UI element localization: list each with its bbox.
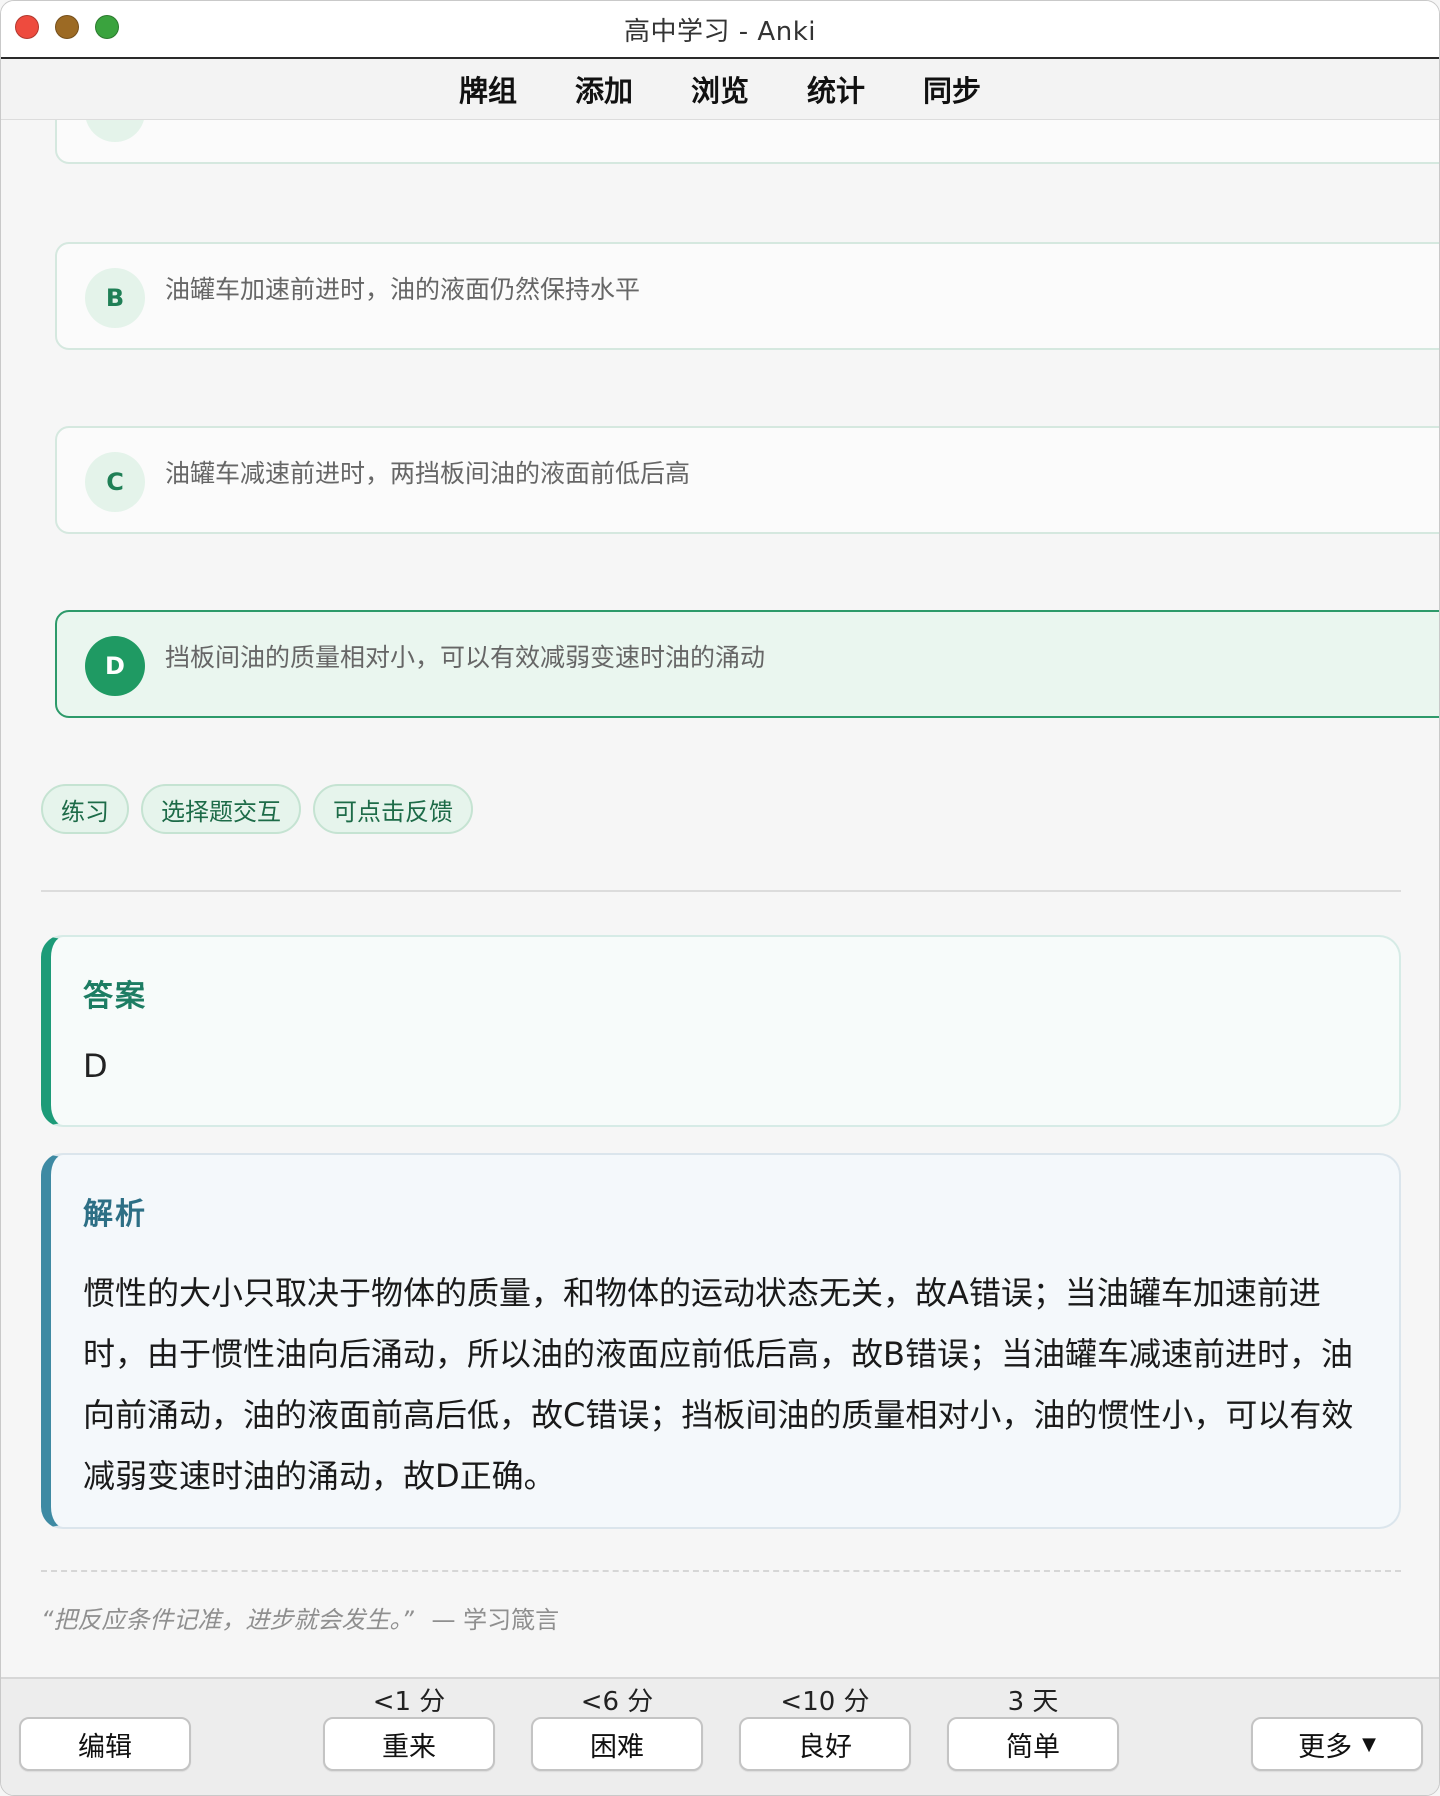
tag-list: 练习 选择题交互 可点击反馈: [41, 784, 473, 834]
caret-down-icon: ▼: [1362, 1733, 1376, 1755]
quote-divider: [41, 1570, 1401, 1572]
analysis-title: 解析: [83, 1197, 147, 1232]
study-quote: “把反应条件记准，进步就会发生。” — 学习箴言: [41, 1600, 559, 1635]
option-c[interactable]: C 油罐车减速前进时，两挡板间油的液面前低后高: [55, 426, 1439, 534]
option-b[interactable]: B 油罐车加速前进时，油的液面仍然保持水平: [55, 242, 1439, 350]
easy-button[interactable]: 简单: [947, 1717, 1119, 1771]
option-c-badge: C: [85, 452, 145, 512]
hard-interval: <6 分: [580, 1687, 654, 1717]
main-toolbar: 牌组 添加 浏览 统计 同步: [1, 59, 1439, 120]
section-divider: [41, 890, 1401, 892]
zoom-window-button[interactable]: [95, 15, 119, 39]
title-bar: 高中学习 - Anki: [1, 1, 1439, 59]
answer-value: D: [83, 1047, 108, 1085]
tag-chip: 选择题交互: [141, 784, 301, 834]
answer-box: 答案 D: [41, 935, 1401, 1127]
window-controls: [15, 15, 119, 39]
tab-stats[interactable]: 统计: [807, 68, 865, 110]
edit-button[interactable]: 编辑: [19, 1717, 191, 1771]
review-bottom-bar: [1, 1677, 1439, 1795]
option-d[interactable]: D 挡板间油的质量相对小，可以有效减弱变速时油的涌动: [55, 610, 1439, 718]
option-a[interactable]: A: [55, 120, 1439, 164]
card-content[interactable]: A B 油罐车加速前进时，油的液面仍然保持水平 C 油罐车减速前进时，两挡板间油…: [1, 120, 1439, 1675]
easy-interval: 3 天: [1007, 1687, 1059, 1717]
again-interval: <1 分: [372, 1687, 446, 1717]
analysis-box: 解析 惯性的大小只取决于物体的质量，和物体的运动状态无关，故A错误；当油罐车加速…: [41, 1153, 1401, 1529]
quote-text: “把反应条件记准，进步就会发生。”: [41, 1606, 414, 1634]
close-window-button[interactable]: [15, 15, 39, 39]
hard-button[interactable]: 困难: [531, 1717, 703, 1771]
more-button[interactable]: 更多 ▼: [1251, 1717, 1423, 1771]
option-a-badge: A: [85, 120, 145, 142]
minimize-window-button[interactable]: [55, 15, 79, 39]
window-title: 高中学习 - Anki: [624, 16, 816, 47]
tab-sync[interactable]: 同步: [923, 68, 981, 110]
more-label: 更多: [1298, 1731, 1353, 1763]
option-b-badge: B: [85, 268, 145, 328]
analysis-text: 惯性的大小只取决于物体的质量，和物体的运动状态无关，故A错误；当油罐车加速前进时…: [83, 1274, 1354, 1495]
option-c-text: 油罐车减速前进时，两挡板间油的液面前低后高: [165, 459, 691, 488]
option-b-text: 油罐车加速前进时，油的液面仍然保持水平: [165, 275, 641, 304]
anki-window: 高中学习 - Anki 牌组 添加 浏览 统计 同步 A B 油罐车加速前进时，…: [0, 0, 1440, 1796]
option-d-badge: D: [85, 636, 145, 696]
good-interval: <10 分: [780, 1687, 870, 1717]
again-button[interactable]: 重来: [323, 1717, 495, 1771]
option-d-text: 挡板间油的质量相对小，可以有效减弱变速时油的涌动: [165, 643, 766, 672]
good-button[interactable]: 良好: [739, 1717, 911, 1771]
tab-browse[interactable]: 浏览: [691, 68, 749, 110]
quote-source: — 学习箴言: [431, 1606, 560, 1634]
tab-add[interactable]: 添加: [575, 68, 633, 110]
tag-chip: 练习: [41, 784, 129, 834]
tag-chip: 可点击反馈: [313, 784, 473, 834]
tab-decks[interactable]: 牌组: [459, 68, 517, 110]
answer-title: 答案: [83, 979, 147, 1014]
